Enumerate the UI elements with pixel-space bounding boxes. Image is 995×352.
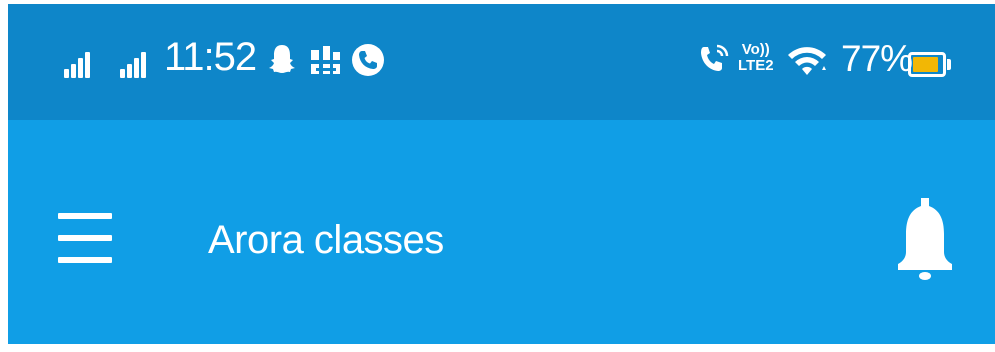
battery-icon	[908, 52, 946, 77]
status-bar: 11:52 Vo)) LTE2 77%	[8, 4, 995, 120]
app-toolbar: Arora classes	[8, 120, 995, 352]
clock-time: 11:52	[164, 35, 257, 79]
wifi-icon	[788, 47, 826, 75]
battery-percent: 77%	[841, 38, 913, 79]
battery-cap	[947, 59, 951, 70]
signal-icon	[120, 48, 160, 78]
hamburger-menu-icon[interactable]	[58, 213, 112, 263]
notification-icon	[309, 46, 341, 74]
bell-icon[interactable]	[890, 192, 960, 288]
snapchat-icon	[269, 45, 295, 73]
phone-screen: 11:52 Vo)) LTE2 77% Arora classes	[8, 4, 995, 352]
phone-icon	[352, 44, 384, 76]
battery-level-fill	[913, 57, 938, 72]
signal-icon	[64, 48, 104, 78]
content-area-edge	[8, 344, 995, 352]
wifi-calling-icon	[701, 44, 729, 71]
volte-icon: Vo)) LTE2	[738, 41, 774, 74]
app-title: Arora classes	[208, 218, 444, 262]
